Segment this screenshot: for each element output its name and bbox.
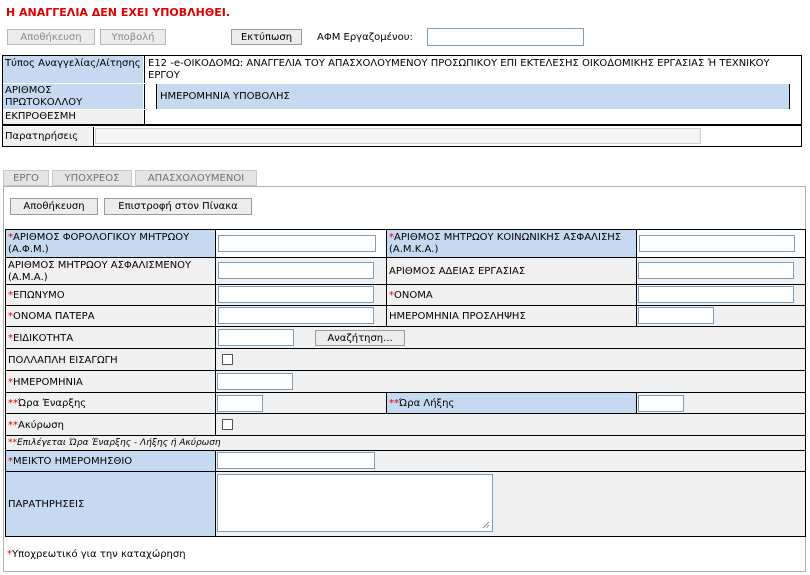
late-label: ΕΚΠΡΟΘΕΣΜΗ (5, 111, 76, 122)
print-button[interactable]: Εκτύπωση (231, 29, 302, 45)
date-value-cell (216, 371, 805, 392)
notes-label: Παρατηρήσεις (5, 131, 79, 142)
ama-input[interactable] (218, 262, 374, 279)
multi-entry-label: ΠΟΛΛΑΠΛΗ ΕΙΣΑΓΩΓΗ (8, 355, 118, 366)
remarks-label: ΠΑΡΑΤΗΡΗΣΕΙΣ (8, 499, 85, 510)
name-input[interactable] (638, 286, 794, 303)
name-label: *ΟΝΟΜΑ (389, 290, 433, 301)
submission-date-label: ΗΜΕΡΟΜΗΝΙΑ ΥΠΟΒΟΛΗΣ (160, 91, 290, 102)
search-button[interactable]: Αναζήτηση... (315, 330, 405, 346)
ama-label: ΑΡΙΘΜΟΣ ΜΗΤΡΩΟΥ ΑΣΦΑΛΙΣΜΕΝΟΥ (Α.Μ.Α.) (8, 260, 192, 283)
back-to-table-button[interactable]: Επιστροφή στον Πίνακα (104, 198, 252, 215)
surname-label: *ΕΠΩΝΥΜΟ (8, 290, 65, 301)
date-label: *ΗΜΕΡΟΜΗΝΙΑ (8, 377, 83, 388)
late-value-cell (144, 110, 801, 124)
surname-input[interactable] (218, 286, 374, 303)
form-save-button[interactable]: Αποθήκευση (10, 198, 98, 215)
end-time-input[interactable] (638, 395, 684, 412)
submit-button[interactable]: Υποβολή (100, 29, 166, 45)
choice-note: **Επιλέγεται Ώρα Έναρξης - Λήξης ή Ακύρω… (8, 438, 221, 448)
amka-input[interactable] (639, 235, 795, 252)
protocol-value-cell (144, 84, 157, 109)
resize-handle-icon[interactable] (482, 521, 490, 529)
tab-obligor[interactable]: ΥΠΟΧΡΕΟΣ (52, 170, 132, 186)
tab-employees[interactable]: ΑΠΑΣΧΟΛΟΥΜΕΝΟΙ (135, 170, 257, 186)
type-label: Τύπος Αναγγελίας/Αίτησης (5, 58, 141, 69)
specialty-value-cell (216, 327, 805, 348)
afm-label: *ΑΡΙΘΜΟΣ ΦΟΡΟΛΟΓΙΚΟΥ ΜΗΤΡΩΟΥ (Α.Φ.Μ.) (8, 232, 190, 255)
multi-entry-checkbox[interactable] (222, 354, 233, 365)
wage-input[interactable] (217, 452, 375, 469)
specialty-label: *ΕΙΔΙΚΟΤΗΤΑ (8, 333, 74, 344)
date-input[interactable] (217, 373, 293, 390)
start-time-label: **Ώρα Έναρξης (8, 398, 87, 409)
work-permit-input[interactable] (638, 262, 794, 279)
notes-input[interactable] (95, 128, 701, 144)
hire-date-input[interactable] (638, 307, 714, 324)
specialty-input[interactable] (218, 329, 294, 346)
wage-label: *ΜΕΙΚΤΟ ΗΜΕΡΟΜΗΣΘΙΟ (8, 456, 133, 467)
remarks-textarea[interactable] (217, 474, 493, 532)
tab-project[interactable]: ΕΡΓΟ (3, 170, 49, 186)
afm-input[interactable] (218, 235, 376, 252)
cancel-value-cell (216, 414, 805, 435)
protocol-label: ΑΡΙΘΜΟΣ ΠΡΩΤΟΚΟΛΛΟΥ (5, 85, 83, 108)
father-name-label: *ΟΝΟΜΑ ΠΑΤΕΡΑ (8, 311, 95, 322)
submission-date-value-cell (789, 84, 801, 109)
work-permit-label: ΑΡΙΘΜΟΣ ΑΔΕΙΑΣ ΕΡΓΑΣΙΑΣ (389, 266, 526, 277)
start-time-input[interactable] (217, 395, 263, 412)
end-time-label: **Ώρα Λήξης (389, 398, 455, 409)
cancel-label: **Ακύρωση (8, 420, 64, 431)
hire-date-label: ΗΜΕΡΟΜΗΝΙΑ ΠΡΟΣΛΗΨΗΣ (389, 311, 526, 322)
multi-entry-value-cell (216, 349, 805, 370)
status-message: Η ΑΝΑΓΓΕΛΙΑ ΔΕΝ ΕΧΕΙ ΥΠΟΒΛΗΘΕΙ. (6, 6, 231, 19)
afm-employee-input[interactable] (427, 28, 584, 46)
cancel-checkbox[interactable] (222, 419, 233, 430)
father-name-input[interactable] (218, 307, 374, 324)
afm-employee-label: ΑΦΜ Εργαζομένου: (317, 32, 413, 43)
save-button[interactable]: Αποθήκευση (7, 29, 95, 45)
type-value: Ε12 -e-ΟΙΚΟΔΟΜΩ: ΑΝΑΓΓΕΛΙΑ ΤΟΥ ΑΠΑΣΧΟΛΟΥ… (148, 58, 770, 81)
amka-label: *ΑΡΙΘΜΟΣ ΜΗΤΡΩΟΥ ΚΟΙΝΩΝΙΚΗΣ ΑΣΦΑΛΙΣΗΣ (Α… (389, 232, 622, 255)
required-footnote: *Υποχρεωτικό για την καταχώρηση (7, 549, 186, 560)
